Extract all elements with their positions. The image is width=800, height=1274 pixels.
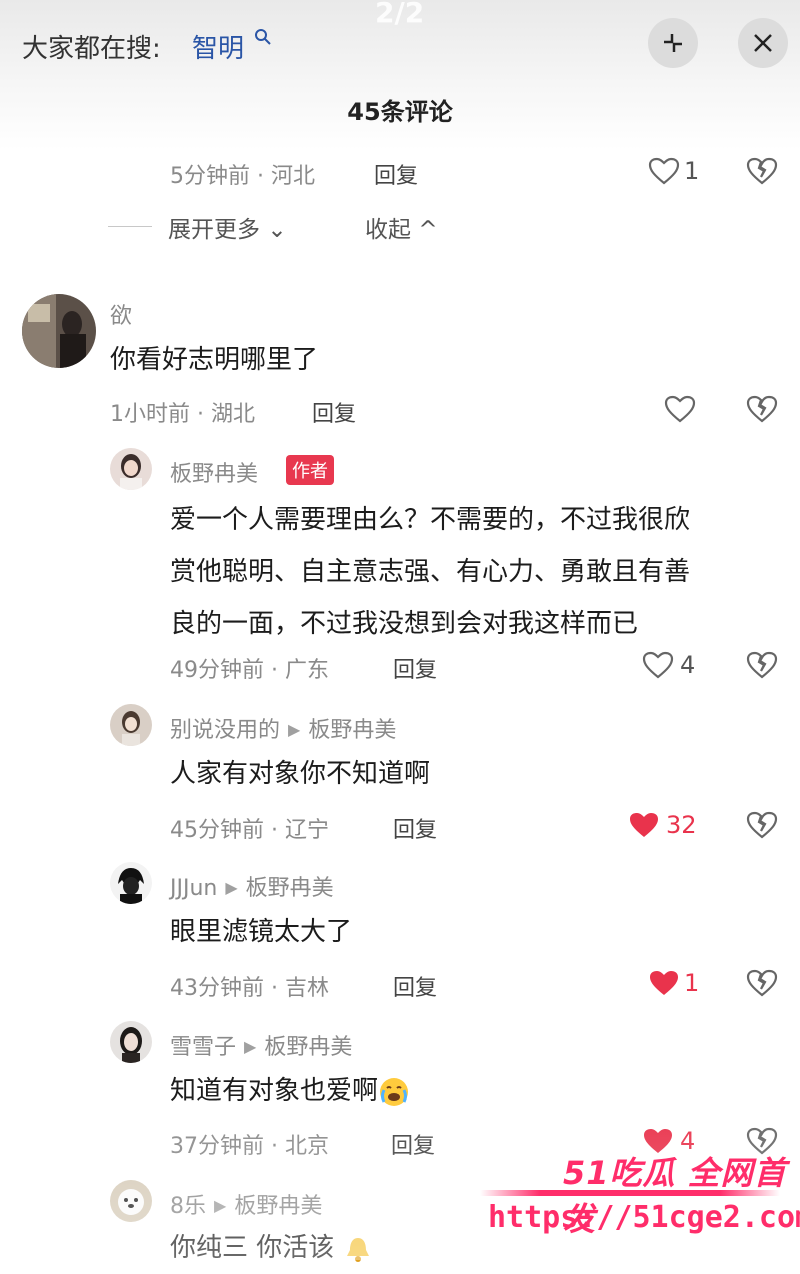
reply-author[interactable]: 8乐: [170, 1194, 206, 1219]
avatar[interactable]: [110, 1021, 152, 1063]
avatar[interactable]: [22, 294, 96, 368]
search-icon[interactable]: [254, 28, 272, 46]
watermark-url: https://51cge2.com: [488, 1200, 800, 1235]
comment-text: 爱一个人需要理由么？不需要的，不过我很欣 赏他聪明、自主意志强、有心力、勇敢且有…: [170, 505, 691, 639]
like-count: 4: [680, 651, 696, 679]
comment-meta: 1小时前 · 湖北: [110, 402, 255, 427]
avatar[interactable]: [110, 862, 152, 904]
collapse-replies-button[interactable]: 收起 ^: [365, 210, 438, 244]
watermark-divider: [480, 1190, 780, 1196]
comment-text: 知道有对象也爱啊: [170, 1065, 410, 1117]
reply-author[interactable]: JJJun: [170, 876, 217, 901]
search-hint-label: 大家都在搜:: [22, 34, 161, 64]
minimize-button[interactable]: [648, 18, 698, 68]
username[interactable]: 板野冉美: [170, 456, 258, 488]
thread-divider: [108, 226, 152, 227]
reply-author[interactable]: 别说没用的: [170, 718, 280, 743]
crying-face-emoji-icon: [380, 1077, 409, 1106]
reply-target[interactable]: 板野冉美: [264, 1035, 352, 1060]
reply-target[interactable]: 板野冉美: [308, 718, 396, 743]
reply-author[interactable]: 雪雪子: [170, 1035, 236, 1060]
username[interactable]: 欲: [110, 298, 132, 330]
page-indicator: 2/2: [375, 0, 425, 29]
bell-emoji-icon: [346, 1237, 369, 1262]
comment-meta: 37分钟前 · 北京: [170, 1134, 329, 1159]
avatar[interactable]: [110, 1180, 152, 1222]
comment-text: 你看好志明哪里了: [110, 345, 319, 375]
reply-button[interactable]: 回复: [391, 1128, 435, 1160]
reply-arrow-icon: ▶: [225, 878, 238, 897]
avatar[interactable]: [110, 448, 152, 490]
broken-heart-icon[interactable]: [746, 650, 778, 680]
heart-filled-icon[interactable]: [648, 969, 680, 997]
username: 雪雪子 ▶ 板野冉美: [170, 1029, 352, 1061]
like-count: 32: [666, 811, 697, 839]
comments-count-title: 45条评论: [347, 98, 453, 126]
expand-more-button[interactable]: 展开更多 ⌄: [168, 210, 287, 244]
avatar[interactable]: [110, 704, 152, 746]
search-keyword-link[interactable]: 智明: [192, 28, 244, 65]
comment-text: 眼里滤镜太大了: [170, 917, 353, 947]
reply-button[interactable]: 回复: [312, 396, 356, 428]
reply-button[interactable]: 回复: [374, 158, 418, 190]
comment-meta: 49分钟前 · 广东: [170, 658, 329, 683]
username: JJJun ▶ 板野冉美: [170, 870, 334, 902]
comment-text: 人家有对象你不知道啊: [170, 759, 431, 789]
like-count: 1: [684, 157, 700, 185]
username: 别说没用的 ▶ 板野冉美: [170, 712, 396, 744]
reply-arrow-icon: ▶: [244, 1037, 257, 1056]
heart-outline-icon[interactable]: [648, 157, 680, 185]
comment-meta: 45分钟前 · 辽宁: [170, 818, 329, 843]
comment-text: 你纯三 你活该: [170, 1222, 373, 1274]
broken-heart-icon[interactable]: [746, 810, 778, 840]
heart-outline-icon[interactable]: [642, 651, 674, 679]
author-badge: 作者: [286, 455, 334, 485]
chevron-up-icon: ^: [418, 217, 438, 243]
reply-button[interactable]: 回复: [393, 812, 437, 844]
close-icon: [754, 34, 772, 52]
broken-heart-icon[interactable]: [746, 156, 778, 186]
comment-meta: 5分钟前 · 河北: [170, 164, 315, 189]
username: 8乐 ▶ 板野冉美: [170, 1188, 322, 1220]
reply-target[interactable]: 板野冉美: [246, 876, 334, 901]
close-button[interactable]: [738, 18, 788, 68]
heart-outline-icon[interactable]: [664, 395, 696, 423]
reply-button[interactable]: 回复: [393, 970, 437, 1002]
collapse-arrows-icon: [664, 34, 682, 52]
reply-arrow-icon: ▶: [288, 720, 301, 739]
reply-arrow-icon: ▶: [214, 1196, 227, 1215]
reply-button[interactable]: 回复: [393, 652, 437, 684]
comment-meta: 43分钟前 · 吉林: [170, 976, 329, 1001]
heart-filled-icon[interactable]: [628, 811, 660, 839]
broken-heart-icon[interactable]: [746, 394, 778, 424]
broken-heart-icon[interactable]: [746, 968, 778, 998]
like-count: 1: [684, 969, 700, 997]
reply-target[interactable]: 板野冉美: [234, 1194, 322, 1219]
chevron-down-icon: ⌄: [267, 217, 287, 243]
